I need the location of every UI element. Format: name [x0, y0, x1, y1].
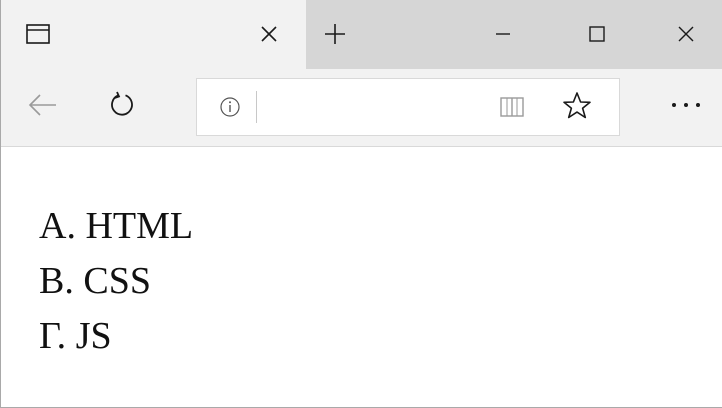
list-item-text: HTML [85, 205, 194, 247]
active-tab[interactable] [1, 0, 306, 69]
list-item-text: CSS [83, 260, 151, 302]
address-input[interactable] [267, 91, 487, 123]
tab-close-icon[interactable] [257, 22, 281, 46]
window-close-icon[interactable] [674, 22, 698, 46]
favorite-star-icon[interactable] [562, 91, 592, 121]
list-item-text: JS [75, 315, 112, 357]
page-content: А. HTML В. CSS Г. JS [1, 147, 722, 407]
tab-strip [1, 0, 722, 69]
tab-page-icon [26, 24, 50, 44]
minimize-icon[interactable] [491, 22, 515, 46]
back-arrow-icon[interactable] [28, 93, 58, 117]
list-item: Г. JS [39, 309, 193, 364]
browser-window: А. HTML В. CSS Г. JS [0, 0, 722, 408]
reading-view-book-icon[interactable] [499, 95, 525, 119]
more-ellipsis-icon[interactable] [669, 99, 703, 111]
address-bar[interactable] [196, 78, 620, 136]
ordered-list: А. HTML В. CSS Г. JS [39, 199, 193, 364]
info-icon[interactable] [219, 96, 241, 118]
new-tab-plus-icon[interactable] [323, 22, 347, 46]
list-item: В. CSS [39, 254, 193, 309]
list-item-marker: В. [39, 260, 74, 302]
address-divider [256, 91, 257, 123]
refresh-icon[interactable] [108, 90, 138, 120]
list-item-marker: Г. [39, 315, 67, 357]
list-item-marker: А. [39, 205, 76, 247]
navigation-bar [1, 69, 722, 147]
list-item: А. HTML [39, 199, 193, 254]
maximize-icon[interactable] [585, 22, 609, 46]
